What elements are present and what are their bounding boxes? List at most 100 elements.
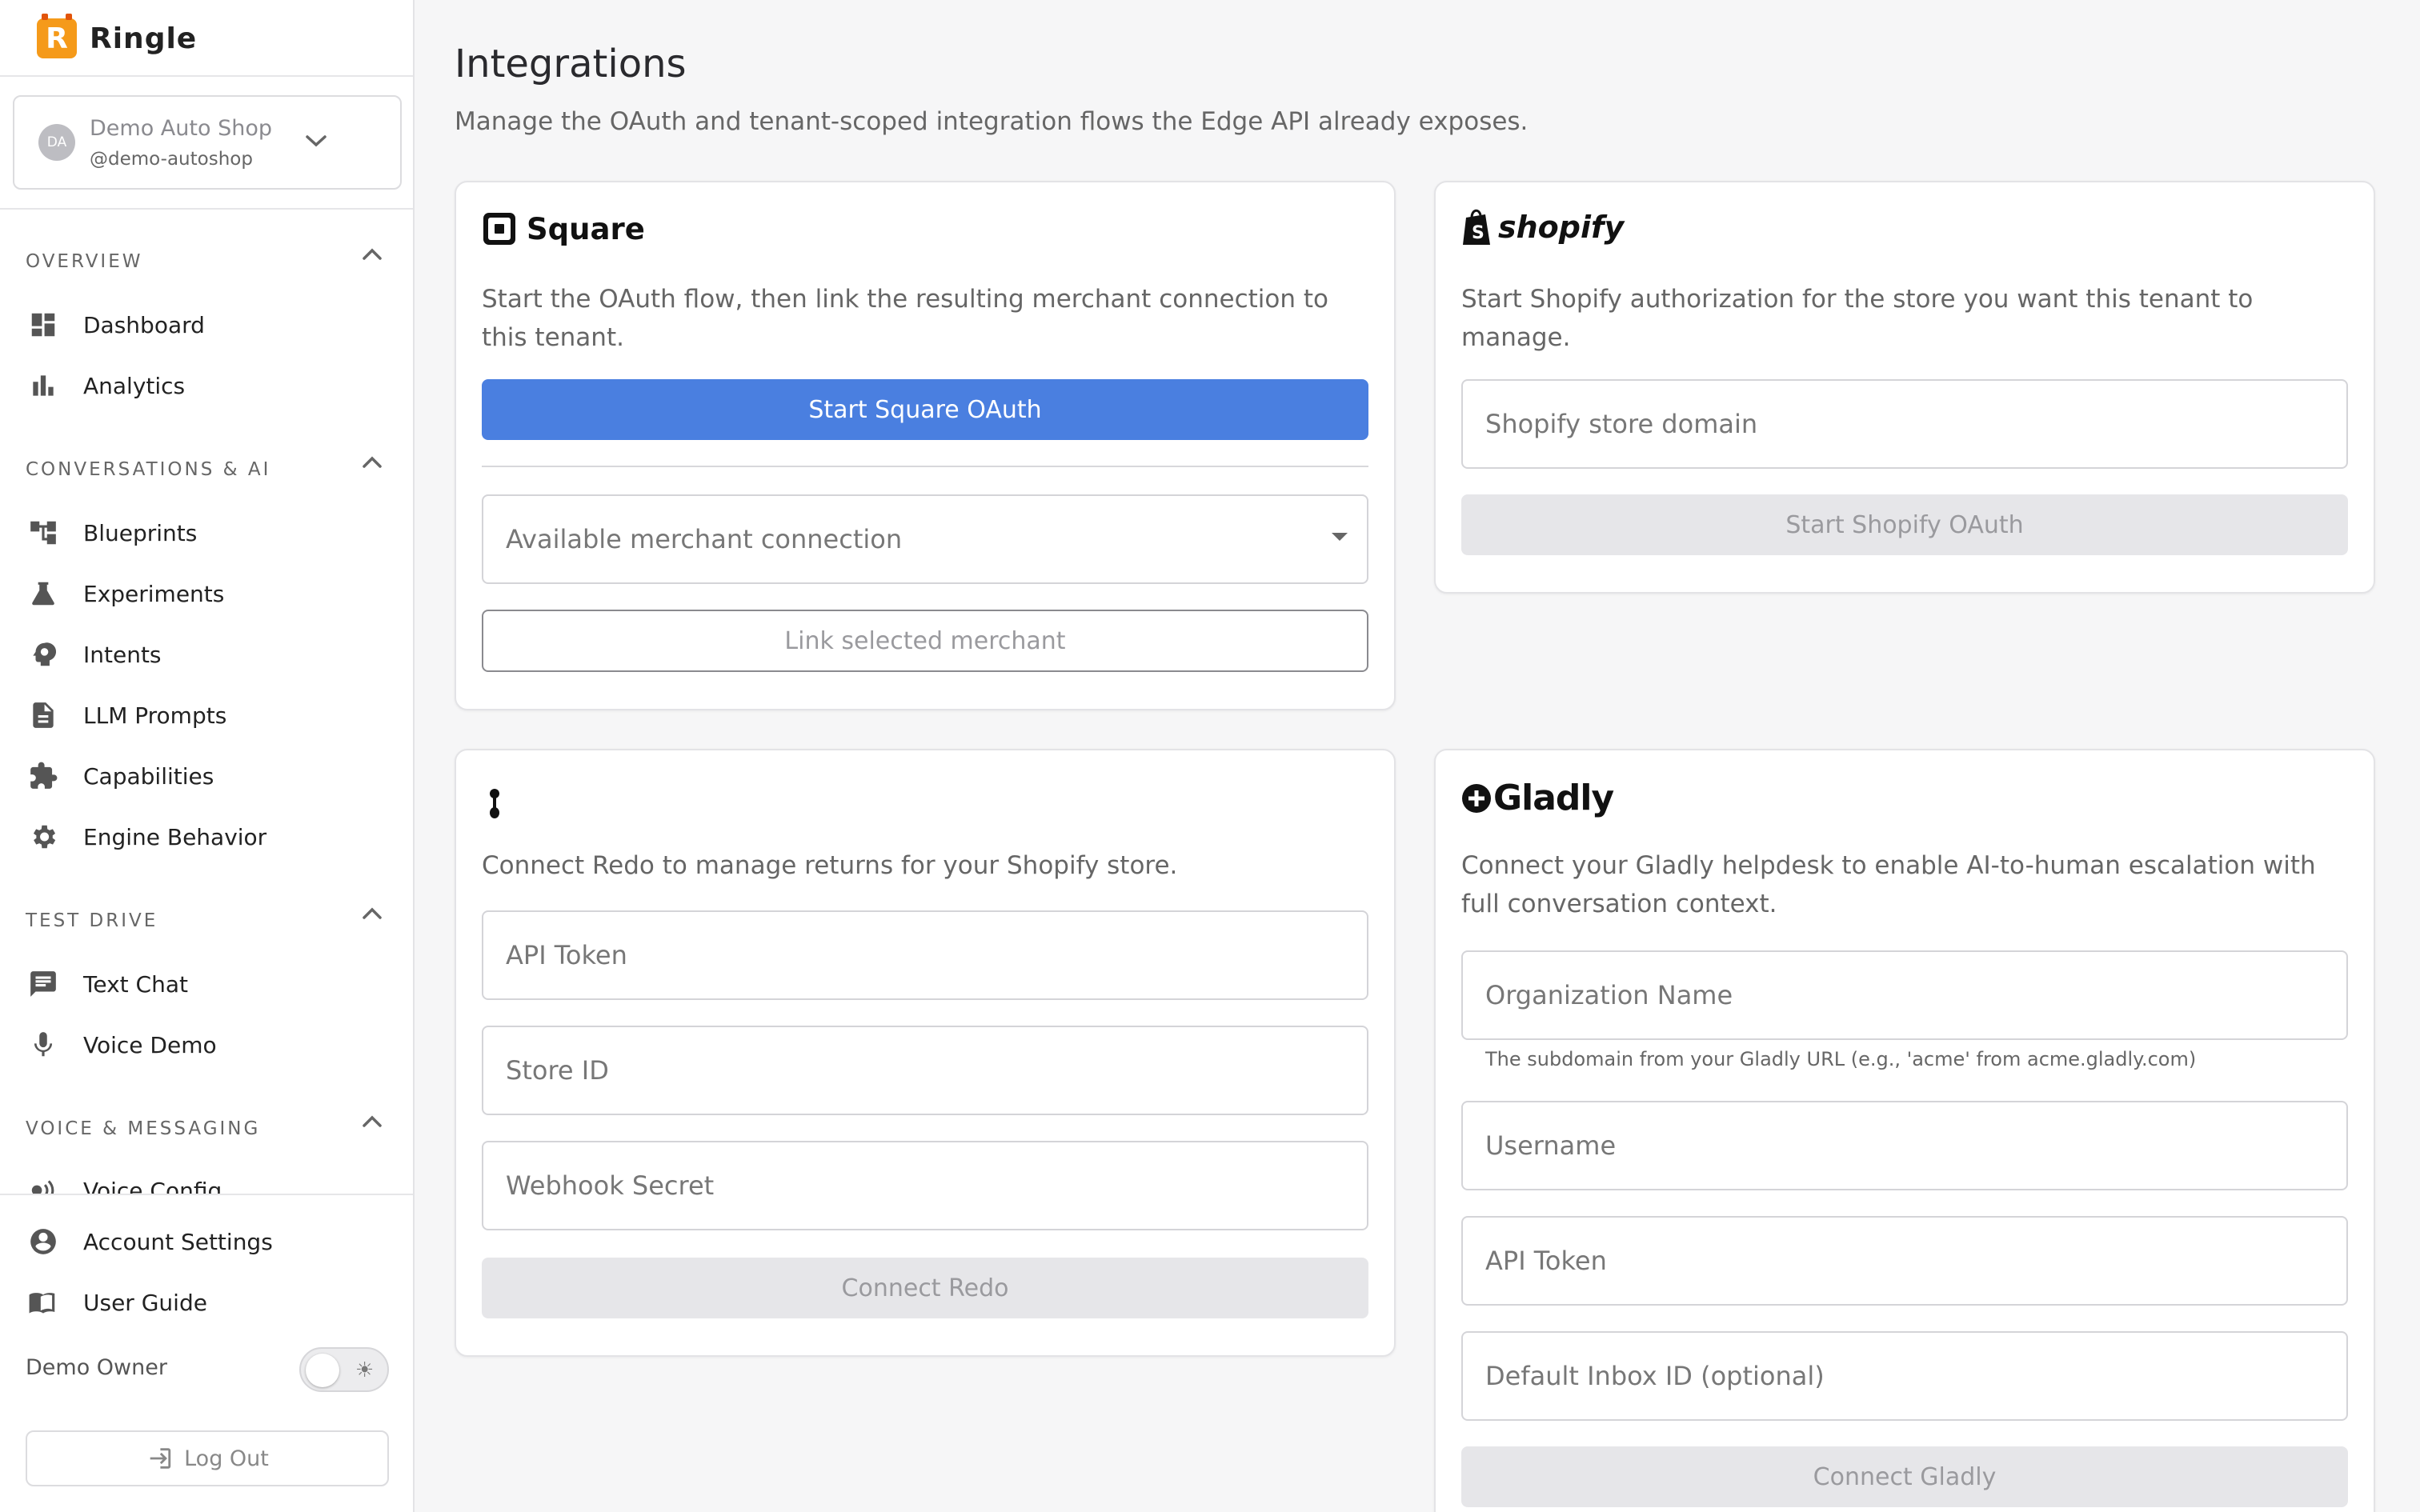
chevron-down-icon [304,129,328,155]
redo-api-token-field[interactable] [506,940,1367,970]
logout-icon [150,1448,171,1469]
sidebar-item-dashboard[interactable]: Dashboard [27,301,403,349]
gladly-logo-text: Gladly [1493,778,1614,818]
section-voice-messaging-header[interactable]: VOICE & MESSAGING [26,1118,260,1139]
sidebar-item-label: Engine Behavior [83,823,267,850]
link-selected-merchant-button[interactable]: Link selected merchant [482,610,1368,672]
tree-icon [27,517,59,549]
sidebar-item-label: Capabilities [83,762,214,790]
account-icon [27,1226,59,1258]
avatar: DA [38,124,75,161]
shopify-store-domain-field[interactable] [1485,409,2346,439]
page-subtitle: Manage the OAuth and tenant-scoped integ… [455,107,1529,136]
toggle-knob [306,1354,339,1387]
connect-gladly-button[interactable]: Connect Gladly [1461,1446,2348,1507]
divider [0,75,413,77]
shopify-card: S shopify Start Shopify authorization fo… [1434,181,2375,594]
sidebar-item-label: Blueprints [83,519,198,546]
sidebar-item-label: Experiments [83,580,225,607]
section-conversations-header[interactable]: CONVERSATIONS & AI [26,459,270,480]
chevron-up-icon[interactable] [362,246,383,266]
shopify-logo-text: shopify [1498,210,1625,245]
sidebar-item-label: Dashboard [83,311,205,338]
square-logo-icon [483,213,515,245]
gladly-api-token-field[interactable] [1485,1246,2346,1276]
brand-name: Ringle [90,22,198,55]
sun-icon: ☀ [355,1358,375,1382]
bar-chart-icon [27,370,59,402]
tenant-handle: @demo-autoshop [90,148,253,170]
sidebar-item-label: Account Settings [83,1228,273,1255]
sidebar-item-label: Analytics [83,372,186,399]
organization-helper-text: The subdomain from your Gladly URL (e.g.… [1485,1048,2197,1070]
sidebar-item-engine-behavior[interactable]: Engine Behavior [27,813,403,861]
sidebar-nav[interactable]: OVERVIEW Dashboard Analytics CONVERSATIO… [0,210,413,1194]
gladly-username-field[interactable] [1485,1130,2346,1161]
logout-button[interactable]: Log Out [26,1430,389,1486]
gladly-inbox-id-input[interactable] [1461,1331,2348,1421]
merchant-connection-select[interactable]: Available merchant connection [482,494,1368,584]
shopify-description: Start Shopify authorization for the stor… [1461,285,2254,352]
redo-webhook-secret-field[interactable] [506,1170,1367,1201]
divider [0,1194,413,1195]
owner-label: Demo Owner [26,1355,167,1380]
sidebar-item-user-guide[interactable]: User Guide [27,1278,403,1326]
gladly-username-input[interactable] [1461,1101,2348,1190]
sidebar-item-label: Text Chat [83,970,188,998]
sidebar-item-analytics[interactable]: Analytics [27,362,403,410]
gladly-inbox-id-field[interactable] [1485,1361,2346,1391]
svg-text:S: S [1472,223,1484,243]
section-overview-header[interactable]: OVERVIEW [26,251,142,272]
redo-store-id-field[interactable] [506,1055,1367,1086]
square-description: Start the OAuth flow, then link the resu… [482,285,1328,352]
tenant-name: Demo Auto Shop [90,115,272,141]
shopify-store-domain-input[interactable] [1461,379,2348,469]
sidebar-item-label: LLM Prompts [83,702,227,729]
logout-label: Log Out [184,1446,269,1471]
chevron-up-icon[interactable] [362,1114,383,1134]
brand[interactable]: R Ringle [37,14,198,61]
gladly-organization-field[interactable] [1485,980,2346,1010]
sidebar-item-experiments[interactable]: Experiments [27,570,403,618]
gladly-api-token-input[interactable] [1461,1216,2348,1306]
gladly-logo: Gladly [1461,778,1614,818]
sidebar: R Ringle DA Demo Auto Shop @demo-autosho… [0,0,415,1512]
divider [482,466,1368,467]
sidebar-item-llm-prompts[interactable]: LLM Prompts [27,691,403,739]
sidebar-item-voice-demo[interactable]: Voice Demo [27,1021,403,1069]
document-icon [27,699,59,731]
sidebar-item-intents[interactable]: Intents [27,630,403,678]
redo-store-id-input[interactable] [482,1026,1368,1115]
square-logo: Square [482,211,645,246]
shopify-bag-icon: S [1463,209,1490,245]
sidebar-item-voice-config[interactable]: Voice Config [27,1166,403,1194]
gladly-organization-input[interactable] [1461,950,2348,1040]
redo-api-token-input[interactable] [482,910,1368,1000]
redo-logo-icon [488,787,501,824]
sidebar-item-account-settings[interactable]: Account Settings [27,1218,403,1266]
microphone-icon [27,1029,59,1061]
gear-icon [27,821,59,853]
main-content: Integrations Manage the OAuth and tenant… [415,0,2420,1512]
shopify-logo: S shopify [1461,208,1624,246]
redo-webhook-secret-input[interactable] [482,1141,1368,1230]
dashboard-icon [27,309,59,341]
chat-icon [27,968,59,1000]
start-square-oauth-button[interactable]: Start Square OAuth [482,379,1368,440]
chevron-up-icon[interactable] [362,906,383,926]
gladly-plus-icon [1462,783,1491,813]
square-logo-text: Square [527,211,645,246]
square-card: Square Start the OAuth flow, then link t… [455,181,1396,710]
sidebar-item-text-chat[interactable]: Text Chat [27,960,403,1008]
theme-toggle[interactable]: ☀ [299,1347,389,1392]
sidebar-item-blueprints[interactable]: Blueprints [27,509,403,557]
start-shopify-oauth-button[interactable]: Start Shopify OAuth [1461,494,2348,555]
sidebar-item-label: Voice Config [83,1177,222,1194]
sidebar-item-label: User Guide [83,1289,207,1316]
sidebar-item-capabilities[interactable]: Capabilities [27,752,403,800]
gladly-card: Gladly Connect your Gladly helpdesk to e… [1434,749,2375,1512]
tenant-switcher[interactable]: DA Demo Auto Shop @demo-autoshop [13,95,402,190]
chevron-up-icon[interactable] [362,454,383,474]
connect-redo-button[interactable]: Connect Redo [482,1258,1368,1318]
section-test-drive-header[interactable]: TEST DRIVE [26,910,158,931]
